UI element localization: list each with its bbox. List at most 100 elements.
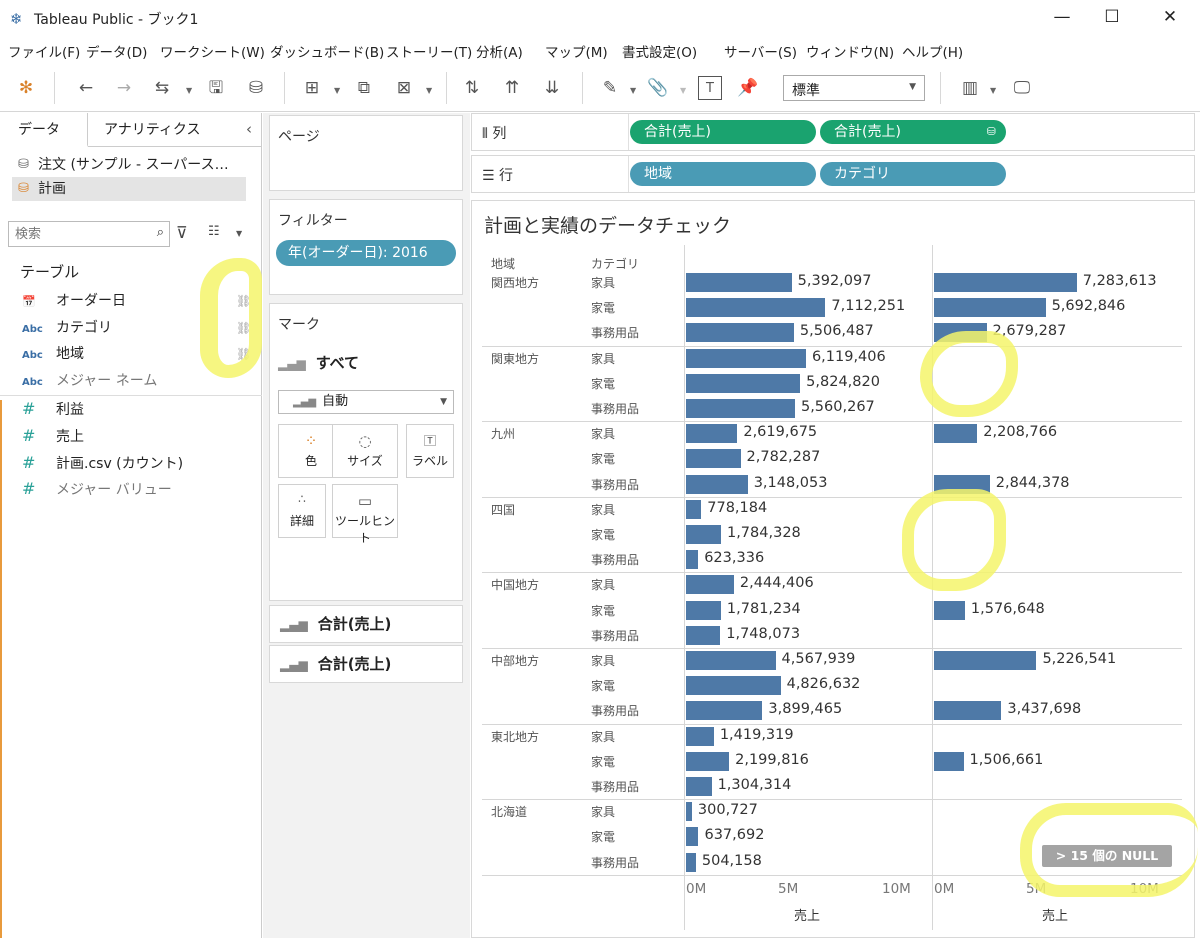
marks-all-label: すべて [315, 354, 360, 372]
close-button[interactable]: ✕ [1150, 4, 1190, 30]
chevron-down-icon[interactable]: ▼ [236, 229, 242, 238]
marks-card-title: マーク [278, 317, 320, 333]
swap-icon[interactable]: ⇅ [460, 76, 484, 100]
tableau-logo-icon: ❄ [10, 10, 23, 28]
chevron-down-icon[interactable]: ▼ [186, 86, 192, 95]
bar [686, 348, 806, 368]
data-label: 778,184 [707, 499, 768, 516]
field-measure-values[interactable]: # メジャー バリュー [22, 477, 262, 501]
marks-measure-label: 合計(売上) [317, 655, 392, 673]
label-button[interactable]: 🅃 ラベル [406, 424, 454, 478]
detail-button[interactable]: ∴ 詳細 [278, 484, 326, 538]
bar [686, 499, 702, 519]
data-label: 2,619,675 [743, 424, 818, 441]
field-plan-count[interactable]: # 計画.csv (カウント) [22, 451, 262, 475]
add-datasource-icon[interactable]: ⛁ [244, 76, 268, 100]
rows-shelf[interactable]: ☰ 行 地域 カテゴリ [471, 155, 1195, 193]
menu-file[interactable]: ファイル(F) [8, 41, 80, 61]
columns-pill-sales-1[interactable]: 合計(売上) [630, 120, 816, 144]
maximize-button[interactable]: ☐ [1092, 4, 1132, 30]
chevron-down-icon[interactable]: ▼ [334, 86, 340, 95]
attach-icon[interactable]: 📎 [646, 76, 670, 100]
number-field-icon: # [22, 426, 36, 445]
viz-area: 計画と実績のデータチェック 地域 カテゴリ 関西地方 家具 5,392,097 7,2… [471, 200, 1198, 938]
collapse-pane-icon[interactable]: ‹ [246, 113, 252, 145]
datasource-plan[interactable]: ⛁ 計画 [12, 177, 246, 201]
bar [686, 852, 696, 872]
rows-pill-region[interactable]: 地域 [630, 162, 816, 186]
tick-label-left-5: 5M [778, 881, 799, 897]
chevron-down-icon[interactable]: ▼ [990, 86, 996, 95]
columns-shelf-label: ⫴ 列 [482, 126, 507, 142]
pin-icon[interactable]: 📌 [736, 76, 760, 100]
menu-data[interactable]: データ(D) [86, 41, 147, 61]
fit-dropdown-value: 標準 [792, 83, 820, 99]
region-separator [482, 345, 1182, 347]
chevron-down-icon[interactable]: ▼ [426, 86, 432, 95]
menu-story[interactable]: ストーリー(T) [386, 41, 472, 61]
filter-pill-order-year[interactable]: 年(オーダー日): 2016 [276, 240, 456, 266]
size-button[interactable]: ◌ サイズ [332, 424, 398, 478]
bar [934, 298, 1046, 318]
show-me-icon[interactable]: ▥ [958, 76, 982, 100]
bar [934, 273, 1077, 292]
save-icon[interactable]: 🖫 [204, 76, 228, 100]
menu-analysis[interactable]: 分析(A) [476, 41, 523, 61]
highlight-icon[interactable]: ✎ [598, 76, 622, 100]
menu-server[interactable]: サーバー(S) [724, 41, 797, 61]
region-label: 関東地方 [491, 351, 540, 366]
menu-worksheet[interactable]: ワークシート(W) [160, 41, 265, 61]
tooltip-button[interactable]: ▭ ツールヒント [332, 484, 398, 545]
new-worksheet-icon[interactable]: ⊞ [300, 76, 324, 100]
data-label: 3,899,465 [768, 701, 843, 718]
undo-icon[interactable]: ← [74, 76, 98, 100]
chevron-down-icon[interactable]: ▼ [680, 86, 686, 95]
filters-card[interactable]: フィルター 年(オーダー日): 2016 [269, 199, 463, 295]
marks-measure-2[interactable]: ▂▄▆ 合計(売上) [269, 645, 463, 683]
search-input[interactable] [15, 223, 145, 245]
search-icon: ⌕ [156, 225, 164, 240]
field-label: メジャー バリュー [56, 482, 172, 498]
field-label: 利益 [56, 402, 84, 418]
menu-window[interactable]: ウィンドウ(N) [806, 41, 894, 61]
tooltip-button-label: ツールヒント [334, 514, 395, 545]
category-label: 家電 [591, 754, 616, 769]
marks-measure-1[interactable]: ▂▄▆ 合計(売上) [269, 605, 463, 643]
pages-card[interactable]: ページ [269, 115, 463, 191]
filter-icon[interactable]: ⊽ [176, 223, 188, 242]
tab-analytics[interactable]: アナリティクス [104, 113, 200, 147]
menu-help[interactable]: ヘルプ(H) [902, 41, 963, 61]
sort-descending-icon[interactable]: ⇊ [540, 76, 564, 100]
show-labels-icon[interactable]: T [698, 76, 722, 100]
field-sales[interactable]: # 売上 [22, 424, 262, 448]
duplicate-sheet-icon[interactable]: ⧉ [352, 76, 376, 100]
clear-sheet-icon[interactable]: ⊠ [392, 76, 416, 100]
columns-shelf[interactable]: ⫴ 列 合計(売上) 合計(売上) ⛁ [471, 113, 1195, 151]
datasource-label: 注文 (サンプル - スーパース… [38, 157, 229, 173]
menu-format[interactable]: 書式設定(O) [622, 41, 697, 61]
columns-pill-sales-2[interactable]: 合計(売上) ⛁ [820, 120, 1006, 144]
size-icon: ◌ [358, 432, 372, 450]
category-label: 家電 [591, 528, 616, 542]
sort-ascending-icon[interactable]: ⇈ [500, 76, 524, 100]
menu-map[interactable]: マップ(M) [545, 41, 608, 61]
replay-icon[interactable]: ⇆ [150, 76, 174, 100]
marks-all-tab[interactable]: ▂▄▆ すべて [278, 352, 359, 373]
tab-data[interactable]: データ [0, 113, 88, 147]
category-label: 家具 [591, 654, 616, 668]
region-label: 関西地方 [491, 276, 540, 290]
rows-pill-category[interactable]: カテゴリ [820, 162, 1006, 186]
fit-dropdown[interactable]: 標準 ▼ [783, 75, 925, 101]
field-profit[interactable]: # 利益 [22, 397, 262, 421]
datasource-orders[interactable]: ⛁ 注文 (サンプル - スーパース… [12, 153, 246, 177]
redo-icon[interactable]: → [112, 76, 136, 100]
presentation-icon[interactable]: 🖵 [1010, 76, 1034, 100]
tableau-home-icon[interactable]: ✻ [14, 76, 38, 100]
mark-type-dropdown[interactable]: ▂▄▆ 自動 ▼ [278, 390, 454, 414]
field-search[interactable]: ⌕ [8, 221, 170, 247]
chevron-down-icon[interactable]: ▼ [630, 86, 636, 95]
menu-dashboard[interactable]: ダッシュボード(B) [270, 41, 384, 61]
minimize-button[interactable]: — [1042, 4, 1082, 30]
category-label: 家具 [591, 351, 616, 366]
view-list-icon[interactable]: ☷ [208, 224, 220, 239]
